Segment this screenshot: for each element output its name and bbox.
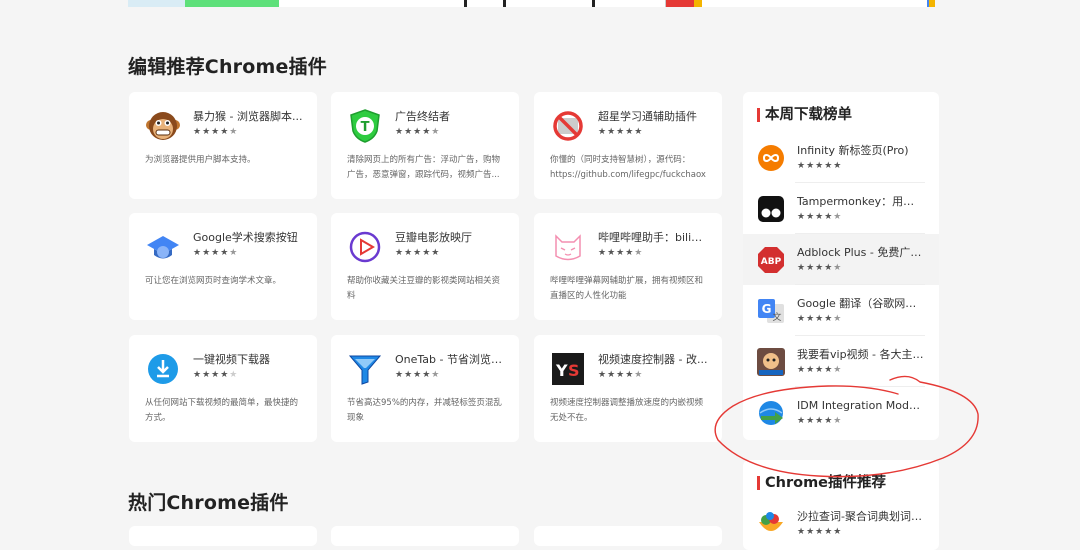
extension-description: 哔哩哔哩弹幕网辅助扩展，拥有视频区和直播区的人性化功能 bbox=[550, 276, 704, 301]
rating-stars: ★★★★★ bbox=[797, 262, 843, 273]
shield-t-icon: T bbox=[347, 108, 383, 144]
rating-stars: ★★★★★ bbox=[193, 248, 239, 258]
monkey-icon bbox=[145, 108, 181, 144]
extension-card[interactable] bbox=[331, 526, 519, 546]
ranking-item[interactable]: ABP Adblock Plus - 免费广告... ★★★★★ bbox=[757, 234, 925, 285]
extension-description: 你懂的（同时支持智慧树），源代码：https://github.com/life… bbox=[550, 155, 706, 180]
no-sign-icon bbox=[550, 108, 586, 144]
ranking-item[interactable]: Infinity 新标签页(Pro) ★★★★★ bbox=[757, 132, 925, 183]
ranking-item-name: Tampermonkey：用户脚... bbox=[797, 194, 925, 208]
salad-icon bbox=[757, 510, 785, 538]
extension-description: 可让您在浏览网页时查询学术文章。 bbox=[145, 276, 282, 286]
ranking-item[interactable]: G 文 Google 翻译（谷歌网页... ★★★★★ bbox=[757, 285, 925, 336]
rating-stars: ★★★★★ bbox=[598, 248, 644, 258]
abp-stop-icon: ABP bbox=[757, 246, 785, 274]
rating-stars: ★★★★★ bbox=[395, 127, 441, 137]
bilibili-cat-icon bbox=[550, 229, 586, 265]
svg-text:T: T bbox=[361, 120, 370, 135]
rating-stars: ★★★★★ bbox=[797, 526, 843, 537]
extension-name: OneTab - 节省浏览器... bbox=[395, 353, 505, 366]
rating-stars: ★★★★★ bbox=[598, 127, 644, 137]
ranking-item-name: Infinity 新标签页(Pro) bbox=[797, 143, 909, 157]
extension-card[interactable]: 暴力猴 - 浏览器脚本... ★★★★★ 为浏览器提供用户脚本支持。 bbox=[129, 92, 317, 199]
extension-card[interactable]: T 广告终结者 ★★★★★ 清除网页上的所有广告：浮动广告，购物广告，恶意弹窗，… bbox=[331, 92, 519, 199]
play-circle-icon bbox=[347, 229, 383, 265]
rating-stars: ★★★★★ bbox=[395, 248, 441, 258]
svg-text:G: G bbox=[762, 302, 772, 316]
extension-description: 为浏览器提供用户脚本支持。 bbox=[145, 155, 256, 165]
extension-card[interactable]: Y S 视频速度控制器 - 改... ★★★★★ 视频速度控制器调整播放速度的内… bbox=[534, 335, 722, 442]
extension-description: 视频速度控制器调整播放速度的内嵌视频无处不在。 bbox=[550, 398, 704, 423]
rating-stars: ★★★★★ bbox=[797, 211, 843, 222]
section-title-hot: 热门Chrome插件 bbox=[128, 492, 289, 514]
svg-text:Y: Y bbox=[555, 361, 568, 380]
annotation-circle bbox=[714, 375, 979, 478]
top-banner-strip bbox=[128, 0, 938, 7]
extension-name: 一键视频下载器 bbox=[193, 353, 270, 366]
extension-description: 帮助你收藏关注豆瓣的影视类网站相关资料 bbox=[347, 276, 501, 301]
extension-name: 广告终结者 bbox=[395, 110, 450, 123]
extension-description: 节省高达95%的内存，并减轻标签页混乱现象 bbox=[347, 398, 502, 423]
rating-stars: ★★★★★ bbox=[193, 127, 239, 137]
section-title-editor-picks: 编辑推荐Chrome插件 bbox=[128, 56, 327, 78]
svg-text:文: 文 bbox=[772, 311, 781, 323]
extension-card[interactable] bbox=[534, 526, 722, 546]
extension-name: 超星学习通辅助插件 bbox=[598, 110, 697, 123]
rating-stars: ★★★★★ bbox=[797, 160, 843, 171]
recommend-item[interactable]: 沙拉查词-聚合词典划词翻译 ★★★★★ bbox=[757, 498, 925, 549]
ranking-item-name: Adblock Plus - 免费广告... bbox=[797, 245, 925, 259]
extension-card[interactable]: OneTab - 节省浏览器... ★★★★★ 节省高达95%的内存，并减轻标签… bbox=[331, 335, 519, 442]
extension-name: 视频速度控制器 - 改... bbox=[598, 353, 708, 366]
extension-card[interactable]: Google学术搜索按钮 ★★★★★ 可让您在浏览网页时查询学术文章。 bbox=[129, 213, 317, 320]
extension-card[interactable]: 豆瓣电影放映厅 ★★★★★ 帮助你收藏关注豆瓣的影视类网站相关资料 bbox=[331, 213, 519, 320]
rating-stars: ★★★★★ bbox=[193, 370, 239, 380]
extension-name: 暴力猴 - 浏览器脚本... bbox=[193, 110, 303, 123]
extension-name: 哔哩哔哩助手：bilibili... bbox=[598, 231, 708, 244]
extension-card[interactable]: 超星学习通辅助插件 ★★★★★ 你懂的（同时支持智慧树），源代码：https:/… bbox=[534, 92, 722, 199]
svg-text:ABP: ABP bbox=[761, 257, 782, 267]
rating-stars: ★★★★★ bbox=[395, 370, 441, 380]
recommend-item-name: 沙拉查词-聚合词典划词翻译 bbox=[797, 509, 925, 523]
ranking-item-name: Google 翻译（谷歌网页... bbox=[797, 296, 925, 310]
rating-stars: ★★★★★ bbox=[797, 313, 843, 324]
download-circle-icon bbox=[145, 351, 181, 387]
extension-description: 从任何网站下载视频的最简单，最快捷的方式。 bbox=[145, 398, 299, 423]
extension-name: Google学术搜索按钮 bbox=[193, 231, 298, 244]
extension-description: 清除网页上的所有广告：浮动广告，购物广告，恶意弹窗，跟踪代码，视频广告... bbox=[347, 155, 501, 180]
rating-stars: ★★★★★ bbox=[598, 370, 644, 380]
extension-name: 豆瓣电影放映厅 bbox=[395, 231, 472, 244]
tampermonkey-icon bbox=[757, 195, 785, 223]
ys-logo-icon: Y S bbox=[550, 351, 586, 387]
extension-card[interactable]: 哔哩哔哩助手：bilibili... ★★★★★ 哔哩哔哩弹幕网辅助扩展，拥有视… bbox=[534, 213, 722, 320]
scholar-cap-icon bbox=[145, 229, 181, 265]
funnel-icon bbox=[347, 351, 383, 387]
svg-text:S: S bbox=[568, 361, 580, 380]
google-translate-icon: G 文 bbox=[757, 297, 785, 325]
extension-card[interactable] bbox=[129, 526, 317, 546]
ranking-item-name: 我要看vip视频 - 各大主流... bbox=[797, 347, 925, 361]
ranking-item[interactable]: Tampermonkey：用户脚... ★★★★★ bbox=[757, 183, 925, 234]
infinity-icon bbox=[757, 144, 785, 172]
weekly-ranking-title: 本周下载榜单 bbox=[743, 106, 852, 124]
extension-card[interactable]: 一键视频下载器 ★★★★★ 从任何网站下载视频的最简单，最快捷的方式。 bbox=[129, 335, 317, 442]
